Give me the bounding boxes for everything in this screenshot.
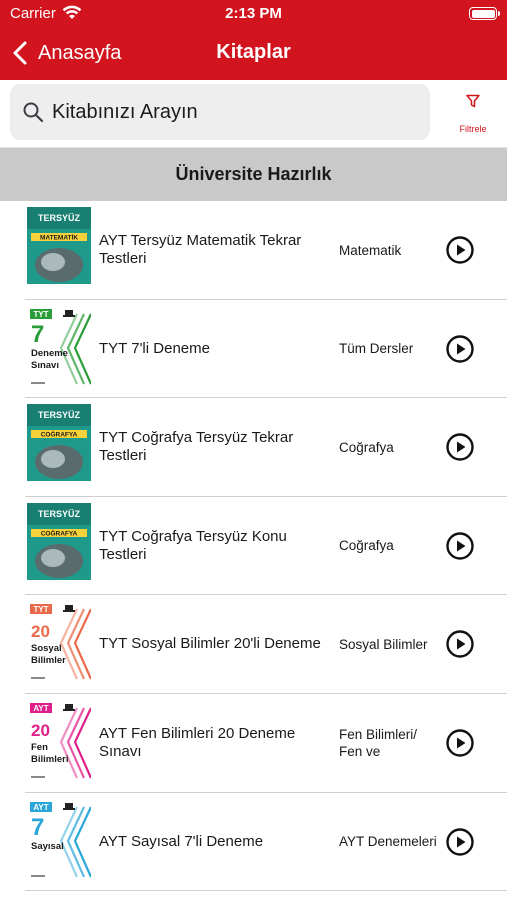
- book-title: TYT Coğrafya Tersyüz Konu Testleri: [99, 527, 287, 563]
- play-circle-icon[interactable]: [445, 629, 475, 659]
- book-subject: Sosyal Bilimler: [339, 636, 428, 652]
- book-row[interactable]: AYT 7 Sayısal AYT Sayısal 7'li Deneme AYT De…: [25, 793, 507, 892]
- cover-word-text: Bilimler: [31, 655, 66, 666]
- clock: 2:13 PM: [225, 5, 282, 22]
- cover-number-text: 20: [31, 622, 50, 641]
- book-title: AYT Sayısal 7'li Deneme: [99, 832, 264, 850]
- cover-tag-text: TYT: [33, 605, 48, 614]
- book-cover-image: TYT 7DenemeSınavı: [27, 305, 91, 391]
- search-bar[interactable]: [10, 84, 430, 140]
- section-header: Üniversite Hazırlık: [0, 148, 507, 201]
- book-row[interactable]: TERSYÜZ MATEMATİK AYT Tersyüz Matematik Te…: [25, 201, 507, 300]
- cover-brand-text: TERSYÜZ: [38, 410, 81, 420]
- cover-number-text: 20: [31, 721, 50, 740]
- cover-word-text: Fen: [31, 742, 48, 753]
- cover-word-text: Deneme: [31, 348, 68, 359]
- book-subject: AYT Denemeleri: [339, 834, 437, 850]
- cover-tag-text: TYT: [33, 310, 48, 319]
- filter-label: Filtrele: [459, 124, 487, 134]
- book-cover-image: AYT 20 FenBilimleri: [27, 699, 91, 785]
- book-cover-image: TERSYÜZ COĞRAFYA: [27, 502, 91, 588]
- book-cover-image: TYT 20 SosyalBilimler: [27, 601, 91, 687]
- play-circle-icon[interactable]: [445, 432, 475, 462]
- nav-bar: Anasayfa Kitaplar: [0, 28, 507, 80]
- book-row[interactable]: TYT 7 Deneme Sınavı TYT 7'li Deneme Tüm Dersl…: [25, 300, 507, 399]
- book-title: AYT Tersyüz Matematik Tekrar Testleri: [99, 232, 302, 267]
- book-title: TYT Coğrafya Tersyüz Tekrar Testleri: [99, 429, 294, 465]
- cover-subject-label: MATEMATİK: [40, 234, 78, 242]
- book-subject: Tüm Dersler: [339, 341, 414, 357]
- book-subject: Coğrafya: [339, 538, 394, 554]
- cover-word-text: Bilimleri: [31, 754, 69, 765]
- filter-icon: [466, 94, 480, 108]
- cover-subject-label: COĞRAFYA: [41, 528, 78, 537]
- book-title: TYT 7'li Deneme: [99, 339, 210, 357]
- book-cover-image: TERSYÜZ COĞRAFYA: [27, 404, 91, 490]
- book-row[interactable]: TERSYÜZ COĞRAFYA TYT Coğrafya Tersyüz Tekr…: [25, 398, 507, 497]
- book-cover-image: TERSYÜZ MATEMATİK: [27, 207, 91, 292]
- book-row[interactable]: TYT 20 Sosyal Bilimler TYT Sosyal Bilimler 2…: [25, 595, 507, 694]
- cover-word-text: Sınavı: [31, 360, 59, 371]
- book-subject: Matematik: [339, 242, 402, 258]
- page-title: Kitaplar: [216, 41, 291, 63]
- book-row[interactable]: TERSYÜZ COĞRAFYA TYT Coğrafya Tersyüz Konu…: [25, 497, 507, 596]
- book-subject: Fen Bilimleri/ Fen ve: [339, 726, 418, 759]
- app-screen: Carrier 2:13 PM Anasayfa Kitaplar Kitabı…: [0, 0, 507, 900]
- cover-tag-text: AYT: [33, 803, 48, 812]
- book-title: AYT Fen Bilimleri 20 Deneme Sınavı: [99, 724, 296, 760]
- play-circle-icon[interactable]: [445, 531, 475, 561]
- search-input[interactable]: [52, 100, 412, 124]
- cover-tag-text: AYT: [33, 704, 48, 713]
- book-cover-image: AYT 7Sayısal: [27, 798, 91, 884]
- cover-brand-text: TERSYÜZ: [38, 509, 81, 519]
- cover-word-text: Sosyal: [31, 643, 62, 654]
- play-circle-icon[interactable]: [445, 334, 475, 364]
- book-subject: Coğrafya: [339, 439, 394, 455]
- navigation-header: Carrier 2:13 PM Anasayfa Kitaplar: [0, 0, 507, 80]
- filter-button[interactable]: Filtrele: [440, 88, 506, 138]
- search-area: Filtrele: [0, 80, 507, 148]
- battery-icon: [469, 7, 500, 20]
- book-row[interactable]: AYT 20 Fen Bilimleri AYT Fen Bilimleri 20 De…: [25, 694, 507, 793]
- book-title: TYT Sosyal Bilimler 20'li Deneme: [99, 635, 321, 653]
- play-circle-icon[interactable]: [445, 728, 475, 758]
- cover-word-text: Sayısal: [31, 841, 64, 852]
- cover-subject-label: COĞRAFYA: [41, 430, 78, 439]
- play-circle-icon[interactable]: [445, 827, 475, 857]
- status-bar: Carrier 2:13 PM: [0, 0, 507, 28]
- search-icon: [23, 102, 44, 123]
- cover-number-text: 7: [31, 321, 44, 348]
- play-circle-icon[interactable]: [445, 235, 475, 265]
- book-list: TERSYÜZ MATEMATİK AYT Tersyüz Matematik Te…: [0, 201, 507, 892]
- cover-number-text: 7: [31, 814, 44, 841]
- cover-brand-text: TERSYÜZ: [38, 213, 81, 223]
